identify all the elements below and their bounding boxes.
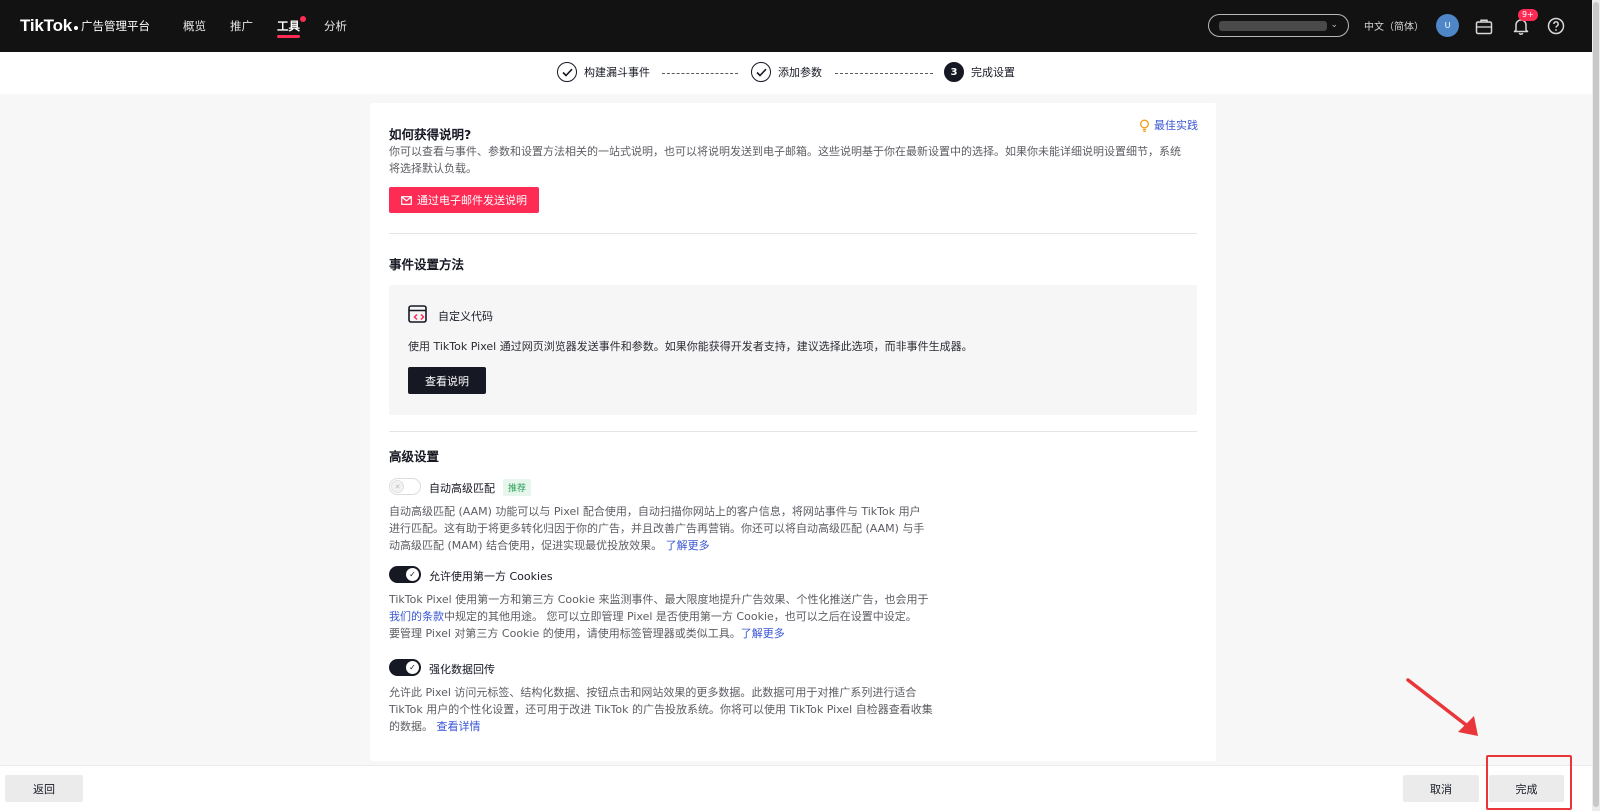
- desc-line: 要管理 Pixel 对第三方 Cookie 的使用，请使用标签管理器或类似工具。: [389, 627, 741, 640]
- nav-label: 分析: [324, 19, 348, 33]
- step-2[interactable]: 添加参数: [751, 62, 822, 82]
- nav-new-dot: [300, 16, 307, 22]
- brand-name: TikTok: [20, 16, 73, 35]
- nav-label: 推广: [230, 19, 254, 33]
- step-connector: [662, 73, 738, 74]
- divider: [389, 233, 1197, 234]
- view-details-link[interactable]: 查看详情: [437, 720, 481, 733]
- step-label: 添加参数: [778, 66, 822, 79]
- aam-label: 自动高级匹配: [429, 482, 495, 495]
- lightbulb-icon: [1140, 119, 1149, 132]
- custom-code-option: 自定义代码 使用 TikTok Pixel 通过网页浏览器发送事件和参数。如果你…: [389, 285, 1197, 415]
- event-method-title: 事件设置方法: [389, 257, 465, 272]
- enhanced-data-description: 允许此 Pixel 访问元标签、结构化数据、按钮点击和网站效果的更多数据。此数据…: [389, 684, 949, 735]
- desc-line: 自动高级匹配 (AAM) 功能可以与 Pixel 配合使用，自动扫描你网站上的客…: [389, 505, 921, 518]
- option-title: 自定义代码: [438, 310, 493, 323]
- nav-label: 工具: [277, 19, 301, 33]
- desc-line: 动高级匹配 (MAM) 结合使用，促进实现最优投放效果。: [389, 539, 663, 552]
- close-icon: ✕: [391, 480, 404, 493]
- desc-line: TikTok 用户的个性化设置，还可用于改进 TikTok 的广告投放系统。你将…: [389, 703, 933, 716]
- nav-tools[interactable]: 工具: [277, 0, 307, 52]
- cookies-toggle[interactable]: ✓: [389, 566, 421, 583]
- step-label: 构建漏斗事件: [584, 66, 650, 79]
- option-description: 使用 TikTok Pixel 通过网页浏览器发送事件和参数。如果你能获得开发者…: [408, 340, 973, 353]
- desc-line: 中规定的其他用途。 您可以立即管理 Pixel 是否使用第一方 Cookie，也…: [444, 610, 917, 623]
- briefcase-icon[interactable]: [1473, 15, 1495, 37]
- email-button-label: 通过电子邮件发送说明: [417, 195, 527, 207]
- check-icon: [751, 62, 771, 82]
- help-icon[interactable]: [1545, 15, 1567, 37]
- cookies-learn-more-link[interactable]: 了解更多: [741, 627, 785, 640]
- scrollbar-thumb[interactable]: [1593, 2, 1599, 807]
- step-connector: [835, 73, 933, 74]
- cookies-description: TikTok Pixel 使用第一方和第三方 Cookie 来监测事件、最大限度…: [389, 591, 949, 642]
- account-name-redacted: [1219, 21, 1327, 31]
- annotation-highlight-box: [1486, 755, 1572, 810]
- desc-line: TikTok Pixel 使用第一方和第三方 Cookie 来监测事件、最大限度…: [389, 593, 929, 606]
- step-number: 3: [944, 62, 964, 82]
- aam-toggle[interactable]: ✕: [389, 478, 421, 495]
- code-window-icon: [408, 305, 429, 328]
- enhanced-data-label: 强化数据回传: [429, 663, 495, 676]
- chevron-down-icon: ⌄: [1330, 20, 1338, 30]
- instructions-description: 你可以查看与事件、参数和设置方法相关的一站式说明，也可以将说明发送到电子邮箱。这…: [389, 145, 1181, 175]
- top-nav-bar: TikTok 广告管理平台 概览 推广 工具 分析: [0, 0, 1592, 52]
- desc-line: 进行匹配。这有助于将更多转化归因于你的广告，并且改善广告再营销。你还可以将自动高…: [389, 522, 925, 535]
- setup-card: 如何获得说明? 最佳实践 你可以查看与事件、参数和设置方法相关的一站式说明，也可…: [370, 103, 1216, 761]
- cookies-label: 允许使用第一方 Cookies: [429, 570, 553, 583]
- check-icon: [557, 62, 577, 82]
- annotation-arrow-icon: [1406, 678, 1478, 736]
- tiktok-logo[interactable]: TikTok 广告管理平台: [20, 16, 150, 36]
- cancel-button[interactable]: 取消: [1403, 775, 1479, 802]
- aam-learn-more-link[interactable]: 了解更多: [666, 539, 710, 552]
- brand-dot: [74, 26, 79, 30]
- notification-badge: 9+: [1518, 9, 1538, 21]
- enhanced-data-toggle[interactable]: ✓: [389, 659, 421, 676]
- best-practice-link[interactable]: 最佳实践: [1139, 117, 1198, 133]
- best-practice-label: 最佳实践: [1154, 119, 1198, 132]
- desc-line: 允许此 Pixel 访问元标签、结构化数据、按钮点击和网站效果的更多数据。此数据…: [389, 686, 917, 699]
- step-1[interactable]: 构建漏斗事件: [557, 62, 650, 82]
- terms-link[interactable]: 我们的条款: [389, 610, 444, 623]
- account-selector[interactable]: ⌄: [1208, 14, 1349, 37]
- divider: [389, 431, 1197, 432]
- main-nav: 概览 推广 工具 分析: [183, 0, 371, 52]
- nav-label: 概览: [183, 19, 207, 33]
- aam-description: 自动高级匹配 (AAM) 功能可以与 Pixel 配合使用，自动扫描你网站上的客…: [389, 503, 949, 554]
- mail-icon: [401, 195, 412, 205]
- footer-bar: 返回 取消 完成: [0, 765, 1592, 811]
- check-icon: ✓: [406, 661, 419, 674]
- avatar[interactable]: U: [1436, 14, 1459, 37]
- language-switcher[interactable]: 中文（简体）: [1364, 18, 1424, 33]
- step-label: 完成设置: [971, 66, 1015, 79]
- nav-analytics[interactable]: 分析: [324, 0, 347, 52]
- desc-line: 的数据。: [389, 720, 433, 733]
- nav-campaign[interactable]: 推广: [230, 0, 253, 52]
- setup-stepper: 构建漏斗事件 添加参数 3 完成设置: [0, 62, 1592, 86]
- back-button[interactable]: 返回: [5, 775, 83, 802]
- brand-sub: 广告管理平台: [81, 19, 151, 33]
- advanced-settings-title: 高级设置: [389, 449, 440, 464]
- instructions-title: 如何获得说明?: [389, 127, 472, 142]
- view-instructions-button[interactable]: 查看说明: [408, 367, 486, 394]
- email-instructions-button[interactable]: 通过电子邮件发送说明: [389, 187, 539, 213]
- check-icon: ✓: [406, 568, 419, 581]
- page-scrollbar[interactable]: [1592, 0, 1600, 811]
- step-3: 3 完成设置: [944, 62, 1015, 82]
- nav-overview[interactable]: 概览: [183, 0, 206, 52]
- recommended-tag: 推荐: [503, 479, 532, 496]
